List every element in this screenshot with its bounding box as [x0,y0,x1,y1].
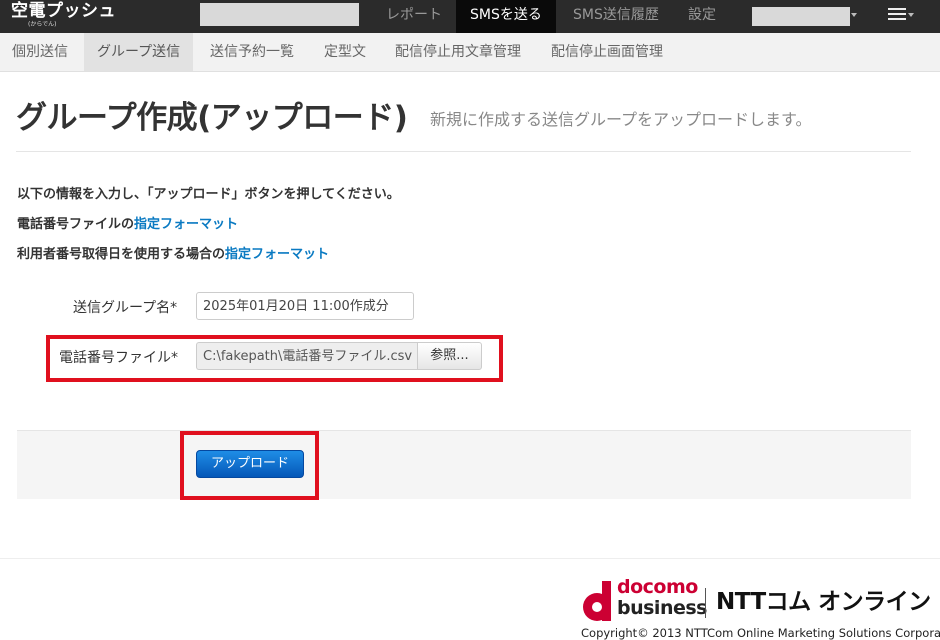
tab-group-send[interactable]: グループ送信 [84,33,194,71]
divider [16,151,911,152]
date-format-link[interactable]: 指定フォーマット [225,247,329,262]
tab-scheduled-list[interactable]: 送信予約一覧 [210,33,294,71]
brand-logo[interactable]: 空電プッシュ (からでん) [11,1,116,28]
instruction-date-format: 利用者番号取得日を使用する場合の指定フォーマット [17,243,329,262]
hamburger-menu-icon[interactable] [888,8,906,22]
highlight-box-file [46,335,503,382]
tab-unsubscribe-page[interactable]: 配信停止画面管理 [551,33,663,71]
instruction-format: 電話番号ファイルの指定フォーマット [17,213,238,232]
highlight-box-upload [180,431,319,500]
group-name-input[interactable]: 2025年01月20日 11:00作成分 [196,292,414,320]
page-subtitle: 新規に作成する送信グループをアップロードします。 [430,110,812,129]
tab-individual-send[interactable]: 個別送信 [0,33,80,71]
brand-name: 空電プッシュ [11,1,116,21]
page-title: グループ作成(アップロード) [16,100,408,136]
footer-divider [0,558,940,559]
nav-item-report[interactable]: レポート [386,0,442,33]
form-actions [17,430,911,499]
tab-unsubscribe-text[interactable]: 配信停止用文章管理 [395,33,521,71]
ntt-logo-text: NTTコム オンライン [716,589,931,615]
nav-item-settings[interactable]: 設定 [688,0,716,33]
copyright-text: Copyright© 2013 NTTCom Online Marketing … [581,626,940,640]
tab-templates[interactable]: 定型文 [324,33,366,71]
top-navbar: 空電プッシュ (からでん) レポート SMSを送る SMS送信履歴 設定 [0,0,940,33]
business-logo-text: business [617,597,707,619]
user-caret-icon [851,13,857,17]
docomo-d-logo-icon [583,581,611,621]
group-name-label: 送信グループ名* [73,300,178,316]
format-link[interactable]: 指定フォーマット [134,217,238,232]
user-menu[interactable] [752,7,850,26]
nav-item-send-sms[interactable]: SMSを送る [456,0,556,33]
sub-navbar: 個別送信 グループ送信 送信予約一覧 定型文 配信停止用文章管理 配信停止画面管… [0,33,940,72]
brand-reading: (からでん) [28,21,57,28]
nav-item-sms-history[interactable]: SMS送信履歴 [573,0,659,33]
instruction-date-prefix: 利用者番号取得日を使用する場合の [17,247,226,262]
masked-field [200,3,359,26]
docomo-logo-text: docomo [617,576,698,598]
instruction-format-prefix: 電話番号ファイルの [17,217,135,232]
logo-separator [705,588,706,618]
instruction-text: 以下の情報を入力し、「アップロード」ボタンを押してください。 [17,187,400,202]
menu-caret-icon [908,13,914,17]
